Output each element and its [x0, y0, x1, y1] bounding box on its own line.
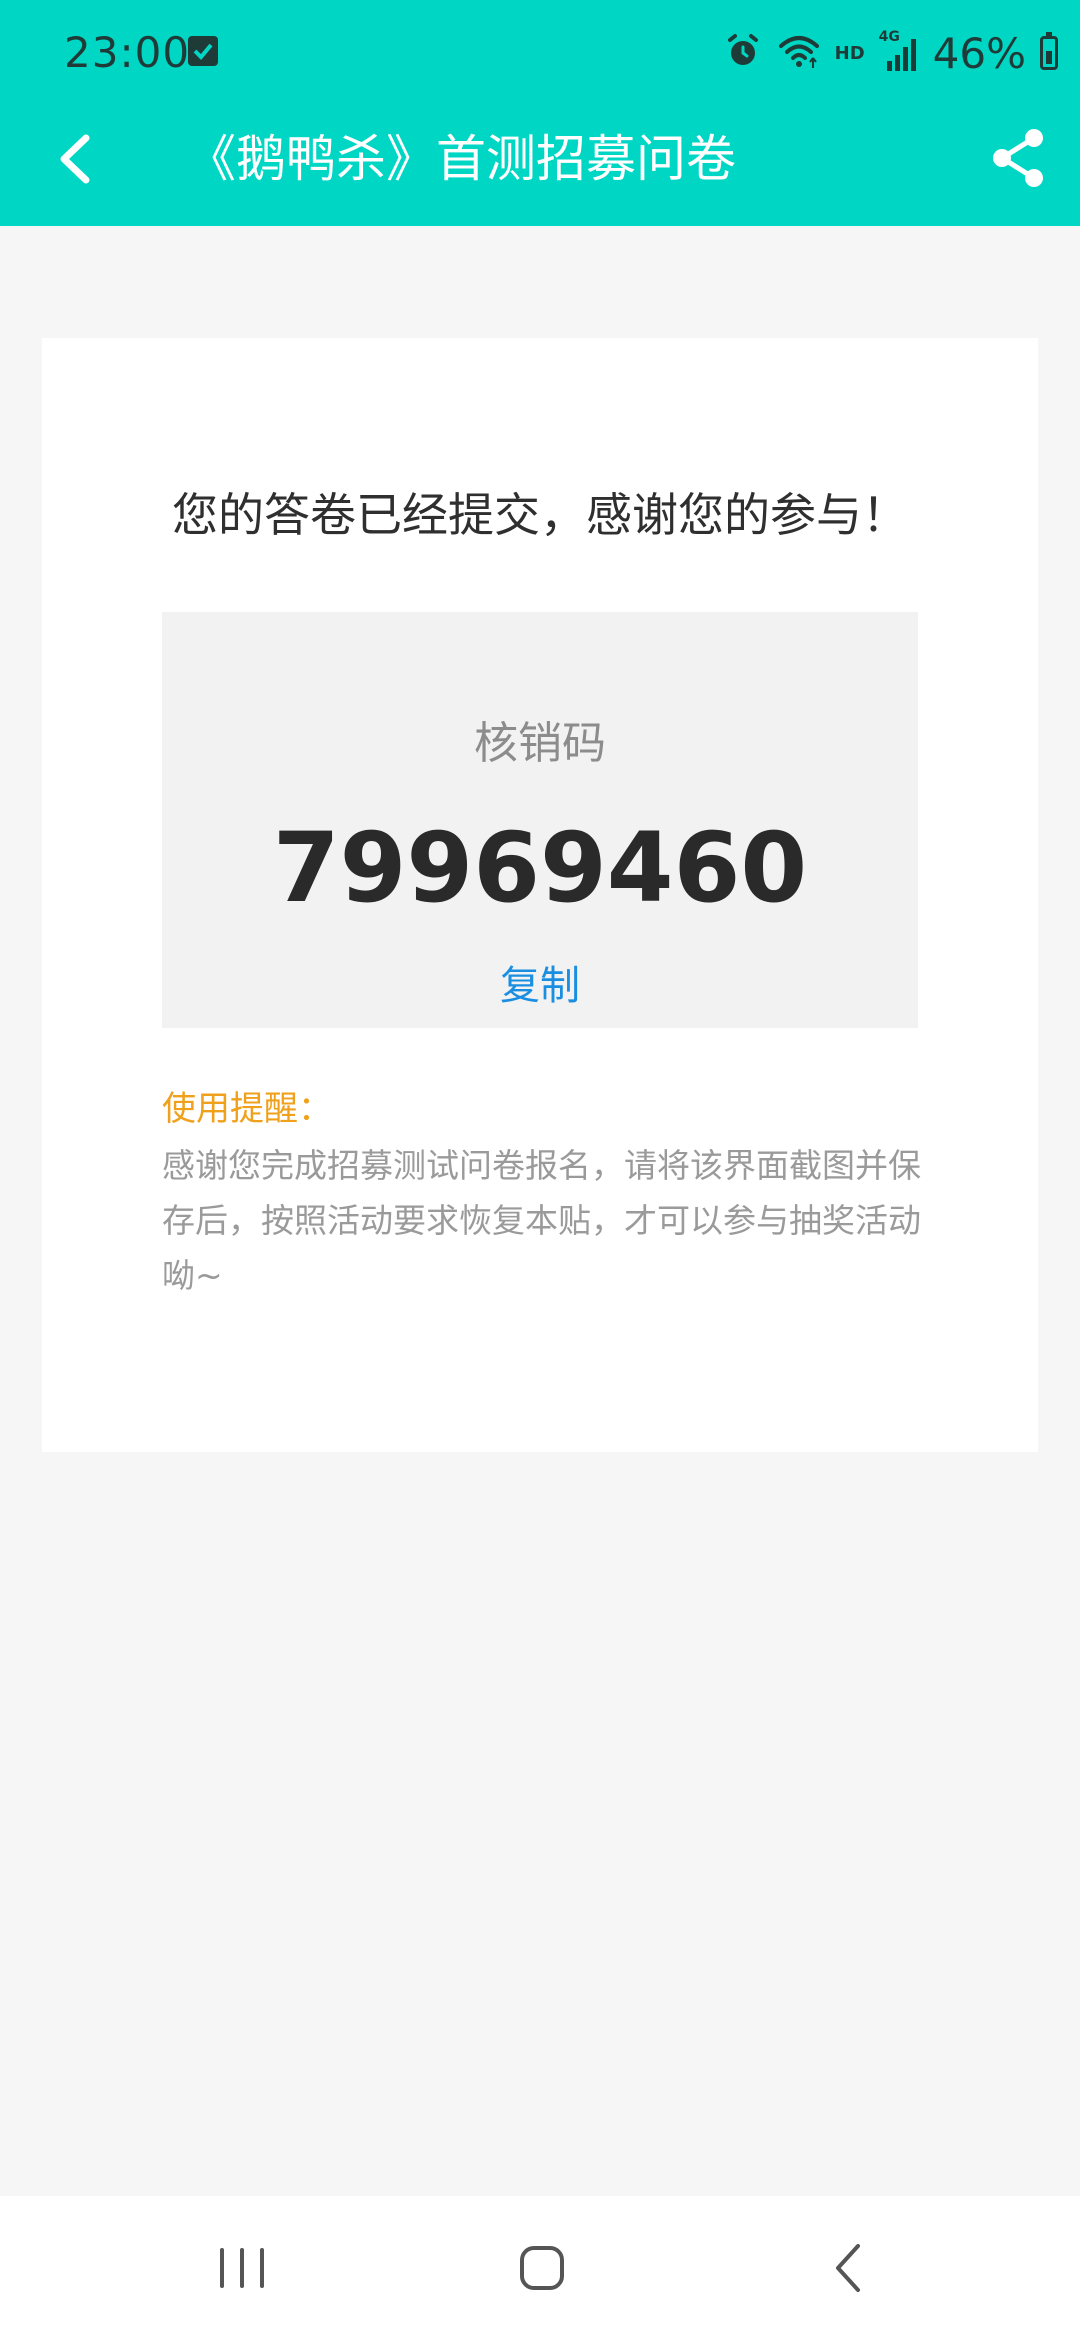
navigation-bar: 《鹅鸭杀》首测招募问卷	[0, 108, 1080, 226]
battery-icon	[1040, 32, 1058, 70]
share-icon	[993, 129, 1043, 187]
back-arrow-icon	[60, 134, 90, 184]
status-time: 23:00	[64, 28, 191, 77]
signal-icon: 4G	[879, 29, 919, 73]
recent-apps-button[interactable]	[200, 2232, 284, 2304]
submission-result-card: 您的答卷已经提交，感谢您的参与！ 核销码 79969460 复制 使用提醒： 感…	[42, 338, 1038, 1452]
system-navigation-bar	[0, 2196, 1080, 2340]
system-back-button[interactable]	[806, 2232, 890, 2304]
status-bar: 23:00 HD 4G 46%	[0, 0, 1080, 108]
alarm-icon	[723, 31, 763, 75]
redeem-code-value: 79969460	[272, 812, 808, 924]
redeem-code-box: 核销码 79969460 复制	[162, 612, 918, 1028]
back-button[interactable]	[44, 124, 110, 194]
recent-apps-icon	[220, 2248, 264, 2288]
top-app-bar: 23:00 HD 4G 46% 《鹅鸭杀》首测招募问卷	[0, 0, 1080, 226]
usage-reminder-title: 使用提醒：	[162, 1089, 332, 1129]
task-check-icon	[188, 36, 218, 66]
home-icon	[520, 2246, 564, 2290]
redeem-code-label: 核销码	[474, 718, 606, 769]
share-button[interactable]	[984, 122, 1052, 194]
hd-label: HD	[834, 42, 865, 64]
thanks-message: 您的答卷已经提交，感谢您的参与！	[172, 488, 908, 542]
usage-reminder-text: 感谢您完成招募测试问卷报名，请将该界面截图并保存后，按照活动要求恢复本贴，才可以…	[162, 1146, 921, 1295]
page-title: 《鹅鸭杀》首测招募问卷	[186, 130, 736, 188]
copy-code-button[interactable]: 复制	[162, 958, 918, 1014]
back-icon	[836, 2244, 860, 2292]
battery-percent: 46%	[932, 28, 1026, 78]
status-icons: HD 4G 46%	[723, 28, 1058, 78]
wifi-icon	[777, 32, 821, 74]
home-button[interactable]	[500, 2232, 584, 2304]
